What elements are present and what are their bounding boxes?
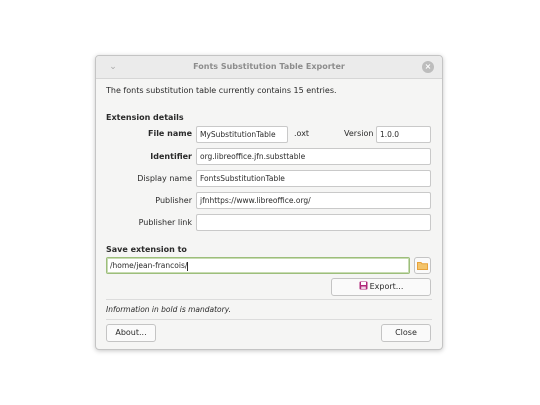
- publisher-input[interactable]: jfnhttps://www.libreoffice.org/: [196, 192, 431, 209]
- export-label: Export...: [369, 282, 404, 291]
- intro-text: The fonts substitution table currently c…: [106, 86, 337, 95]
- close-icon[interactable]: ×: [422, 61, 434, 73]
- title-bar: ⌄ Fonts Substitution Table Exporter ×: [96, 56, 442, 79]
- export-button[interactable]: Export...: [331, 278, 431, 296]
- folder-icon: [417, 262, 428, 270]
- version-input[interactable]: 1.0.0: [376, 126, 431, 143]
- file-name-input[interactable]: MySubstitutionTable: [196, 126, 288, 143]
- save-path-value: /home/jean-francois/: [110, 261, 188, 270]
- extension-details-heading: Extension details: [106, 113, 184, 122]
- browse-folder-button[interactable]: [414, 257, 431, 274]
- save-icon: [359, 281, 368, 290]
- text-caret: [187, 261, 189, 271]
- version-label: Version: [344, 129, 374, 138]
- save-path-input[interactable]: /home/jean-francois/: [106, 257, 410, 274]
- display-name-label: Display name: [137, 174, 192, 183]
- save-extension-heading: Save extension to: [106, 245, 187, 254]
- exporter-dialog: ⌄ Fonts Substitution Table Exporter × Th…: [95, 55, 443, 350]
- identifier-label: Identifier: [150, 152, 192, 161]
- file-extension-label: .oxt: [294, 129, 310, 138]
- mandatory-note: Information in bold is mandatory.: [106, 305, 231, 314]
- publisher-label: Publisher: [155, 196, 192, 205]
- close-button[interactable]: Close: [381, 324, 431, 342]
- display-name-input[interactable]: FontsSubstitutionTable: [196, 170, 431, 187]
- separator: [106, 319, 432, 320]
- separator: [106, 299, 432, 300]
- about-button[interactable]: About...: [106, 324, 156, 342]
- publisher-link-label: Publisher link: [138, 218, 192, 227]
- identifier-input[interactable]: org.libreoffice.jfn.substtable: [196, 148, 431, 165]
- file-name-label: File name: [147, 129, 192, 138]
- window-title: Fonts Substitution Table Exporter: [193, 62, 345, 71]
- publisher-link-input[interactable]: [196, 214, 431, 231]
